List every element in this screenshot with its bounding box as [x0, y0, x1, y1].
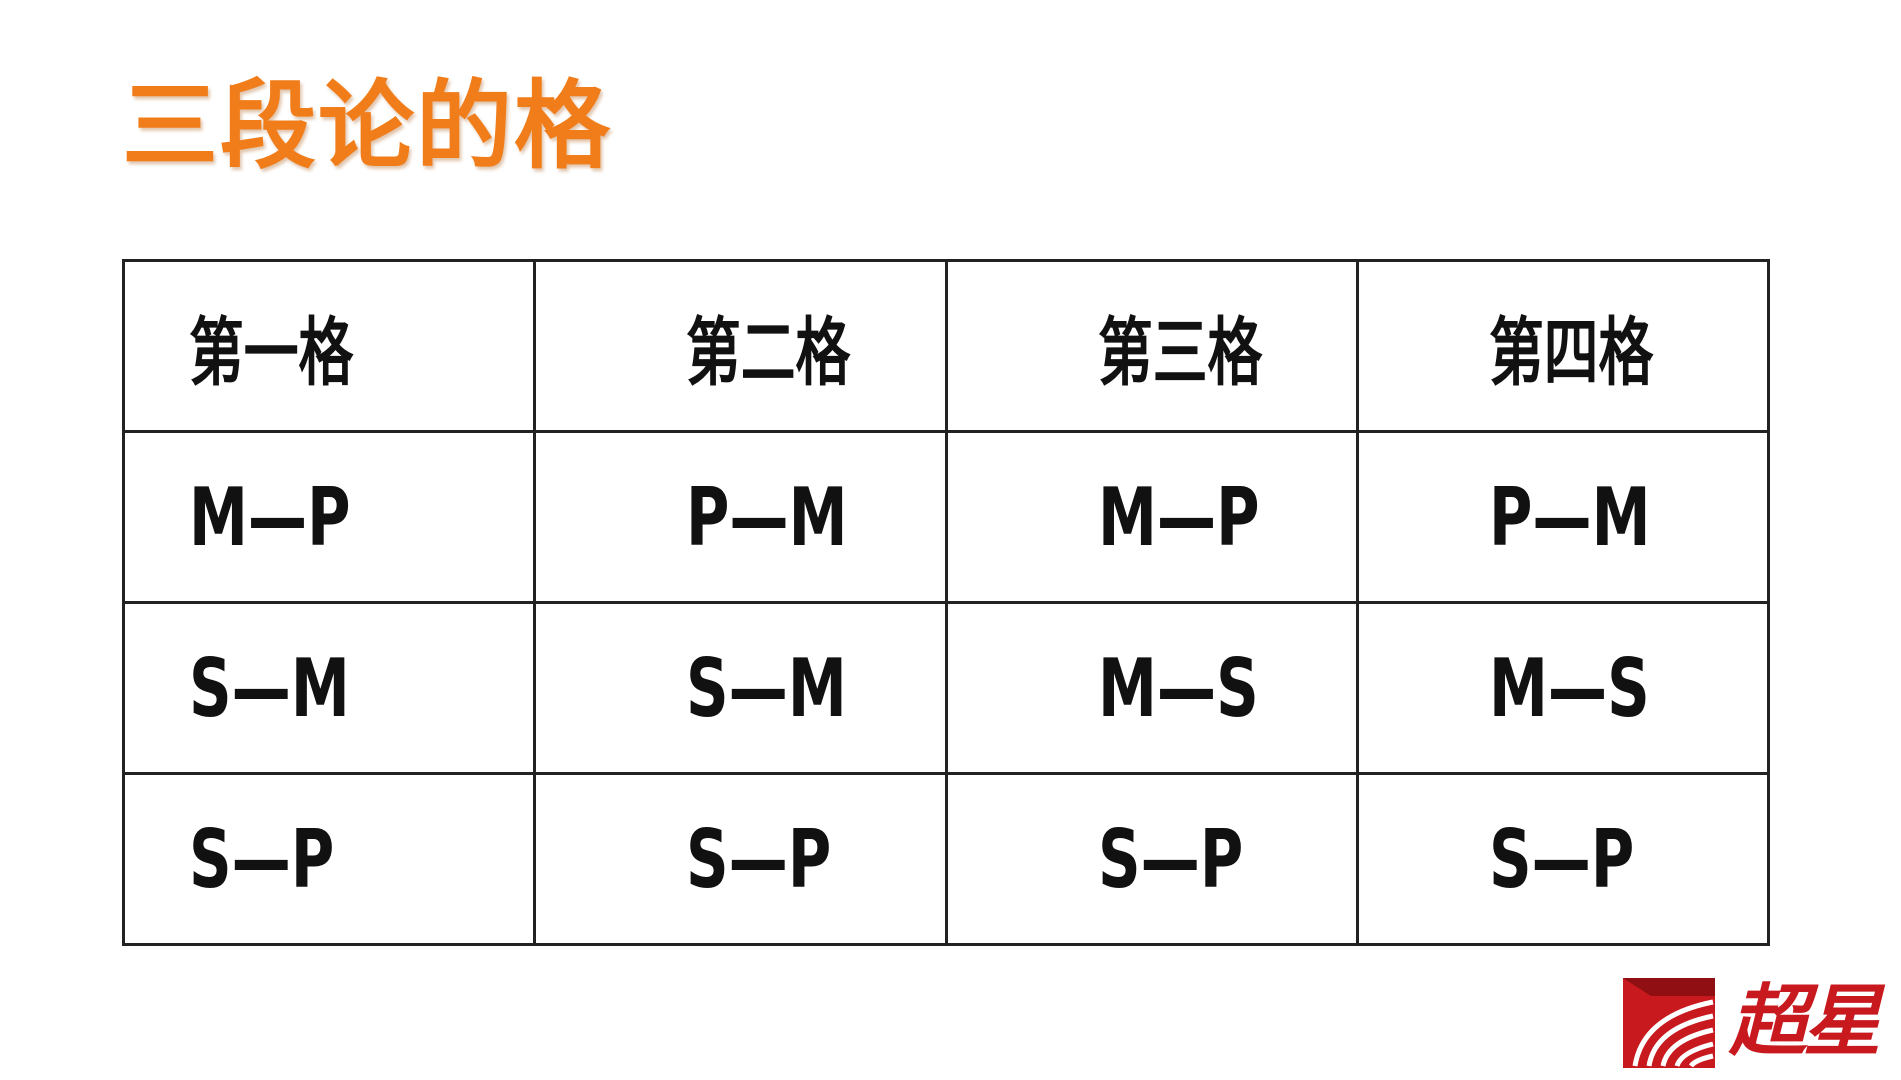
syllogism-figures-table: 第一格 第二格 第三格 第四格 M—P P—M M—P P—M S—M S—M … — [121, 259, 1771, 946]
table-cell: P—M — [533, 430, 948, 604]
table-cell: S—P — [533, 772, 948, 946]
table-cell: S—P — [121, 772, 537, 946]
table-row: S—P S—P S—P S—P — [121, 772, 1771, 946]
table-cell: M—P — [121, 430, 537, 604]
header-cell: 第三格 — [944, 259, 1359, 433]
table-cell: M—P — [944, 430, 1359, 604]
table-cell: S—P — [1355, 772, 1771, 946]
table-row: M—P P—M M—P P—M — [121, 430, 1771, 604]
table-header-row: 第一格 第二格 第三格 第四格 — [121, 259, 1771, 433]
header-cell: 第二格 — [533, 259, 948, 433]
table-cell: S—P — [944, 772, 1359, 946]
logo-text: 超星 — [1729, 976, 1881, 1067]
header-cell: 第四格 — [1355, 259, 1771, 433]
header-cell: 第一格 — [121, 259, 537, 433]
table-cell: M—S — [1355, 601, 1771, 775]
table-row: S—M S—M M—S M—S — [121, 601, 1771, 775]
chaoxing-logo: 超星 — [1621, 972, 1889, 1072]
table-cell: M—S — [944, 601, 1359, 775]
table-cell: P—M — [1355, 430, 1771, 604]
table-cell: S—M — [121, 601, 537, 775]
table-cell: S—M — [533, 601, 948, 775]
slide-title: 三段论的格 — [122, 70, 612, 182]
chaoxing-logo-icon — [1623, 978, 1715, 1068]
